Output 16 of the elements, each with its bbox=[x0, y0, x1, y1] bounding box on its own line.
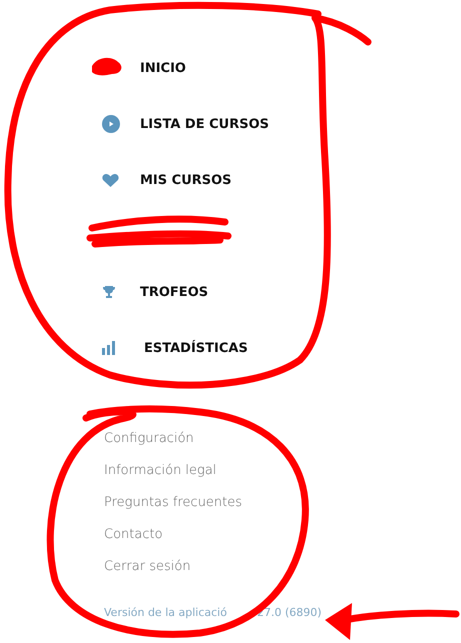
menu-item[interactable]: TROFEOS bbox=[140, 284, 208, 300]
menu-link[interactable]: Cerrar sesión bbox=[104, 556, 242, 588]
menu-item[interactable]: INICIO bbox=[140, 60, 186, 76]
version-text: Versión de la aplicació bbox=[104, 606, 227, 619]
menu-item[interactable]: LISTA DE CURSOS bbox=[140, 116, 270, 132]
heart-icon bbox=[102, 172, 119, 188]
menu-link[interactable]: Configuración bbox=[104, 428, 242, 460]
bar-chart-icon bbox=[102, 341, 116, 355]
play-icon bbox=[102, 115, 120, 133]
menu-item[interactable]: ESTADÍSTICAS bbox=[144, 340, 248, 356]
trophy-icon bbox=[102, 285, 116, 299]
scribble-mark bbox=[92, 58, 122, 76]
menu-link[interactable]: Contacto bbox=[104, 524, 242, 556]
menu-item[interactable]: MIS CURSOS bbox=[140, 172, 232, 188]
menu-link[interactable]: Información legal bbox=[104, 460, 242, 492]
menu-link[interactable]: Preguntas frecuentes bbox=[104, 492, 242, 524]
